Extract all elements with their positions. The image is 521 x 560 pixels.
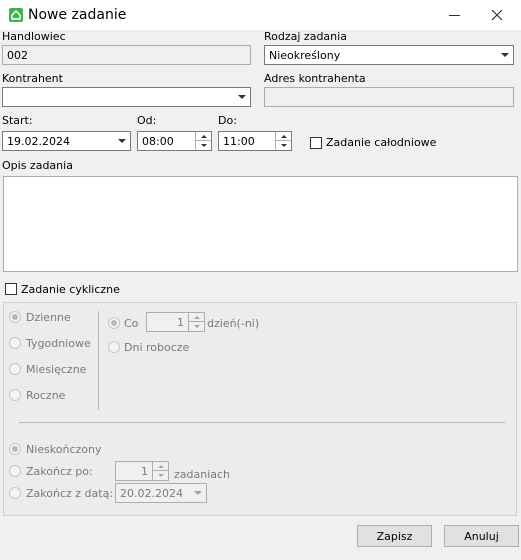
- co-value: 1: [177, 316, 184, 329]
- rodzaj-value: Nieokreślony: [269, 49, 341, 62]
- calodniowe-label: Zadanie całodniowe: [326, 136, 437, 149]
- vertical-divider: [98, 311, 99, 410]
- co-value-field[interactable]: 1: [146, 312, 205, 332]
- opis-textarea[interactable]: [3, 176, 518, 272]
- radio-nieskonczony[interactable]: [9, 443, 21, 455]
- chevron-down-icon[interactable]: [497, 46, 513, 64]
- do-time-value: 11:00: [223, 135, 255, 148]
- kontrahent-label: Kontrahent: [2, 72, 63, 85]
- rodzaj-select[interactable]: Nieokreślony: [264, 45, 514, 65]
- adres-field[interactable]: [264, 87, 514, 107]
- chevron-down-icon[interactable]: [190, 484, 206, 502]
- title-bar: Nowe zadanie: [0, 0, 521, 30]
- horizontal-divider: [19, 422, 505, 423]
- miesieczne-label: Miesięczne: [26, 363, 87, 376]
- cykliczne-label: Zadanie cykliczne: [21, 283, 120, 296]
- dzienne-label: Dzienne: [26, 311, 71, 324]
- radio-miesieczne[interactable]: [9, 363, 21, 375]
- nieskonczony-label: Nieskończony: [26, 443, 102, 456]
- start-date-picker[interactable]: 19.02.2024: [2, 131, 131, 151]
- end-date-picker[interactable]: 20.02.2024: [115, 483, 207, 503]
- end-date-value: 20.02.2024: [120, 487, 183, 500]
- od-label: Od:: [137, 114, 157, 127]
- roczne-label: Roczne: [26, 389, 66, 402]
- handlowiec-label: Handlowiec: [2, 30, 66, 43]
- calodniowe-checkbox[interactable]: [310, 137, 322, 149]
- save-button[interactable]: Zapisz: [357, 525, 432, 547]
- zakoncz-po-unit-label: zadaniach: [174, 468, 231, 481]
- radio-zakoncz-data[interactable]: [9, 487, 21, 499]
- od-time-field[interactable]: 08:00: [137, 131, 212, 151]
- radio-tygodniowe[interactable]: [9, 337, 21, 349]
- app-icon: [8, 7, 24, 23]
- od-time-value: 08:00: [142, 135, 174, 148]
- tygodniowe-label: Tygodniowe: [26, 337, 91, 350]
- window-title: Nowe zadanie: [28, 7, 127, 23]
- do-label: Do:: [218, 114, 237, 127]
- adres-label: Adres kontrahenta: [264, 72, 366, 85]
- cancel-button[interactable]: Anuluj: [444, 525, 519, 547]
- chevron-down-icon[interactable]: [234, 88, 250, 106]
- radio-zakoncz-po[interactable]: [9, 465, 21, 477]
- radio-co[interactable]: [108, 317, 120, 329]
- opis-label: Opis zadania: [2, 159, 73, 172]
- chevron-down-icon[interactable]: [114, 132, 130, 150]
- do-time-field[interactable]: 11:00: [218, 131, 292, 151]
- zakoncz-po-spinner[interactable]: [152, 462, 168, 480]
- start-date-value: 19.02.2024: [7, 135, 70, 148]
- cyclic-group: Dzienne Tygodniowe Miesięczne Roczne Co …: [3, 302, 517, 516]
- rodzaj-label: Rodzaj zadania: [264, 30, 347, 43]
- do-spinner[interactable]: [275, 132, 291, 150]
- kontrahent-select[interactable]: [2, 87, 251, 107]
- zakoncz-po-field[interactable]: 1: [115, 461, 169, 481]
- handlowiec-field[interactable]: 002: [2, 45, 251, 65]
- radio-roczne[interactable]: [9, 389, 21, 401]
- handlowiec-value: 002: [7, 49, 28, 62]
- minimize-icon[interactable]: [440, 6, 470, 24]
- zakoncz-po-value: 1: [141, 465, 148, 478]
- zakoncz-po-label: Zakończ po:: [26, 465, 93, 478]
- co-label: Co: [124, 317, 139, 330]
- zakoncz-data-label: Zakończ z datą:: [26, 487, 114, 500]
- radio-dni-robocze[interactable]: [108, 341, 120, 353]
- close-icon[interactable]: [482, 4, 512, 26]
- co-unit-label: dzień(-ni): [207, 317, 260, 330]
- radio-dzienne[interactable]: [9, 311, 21, 323]
- od-spinner[interactable]: [195, 132, 211, 150]
- dni-robocze-label: Dni robocze: [124, 341, 190, 354]
- cykliczne-checkbox[interactable]: [5, 283, 17, 295]
- co-spinner[interactable]: [188, 313, 204, 331]
- start-label: Start:: [2, 114, 33, 127]
